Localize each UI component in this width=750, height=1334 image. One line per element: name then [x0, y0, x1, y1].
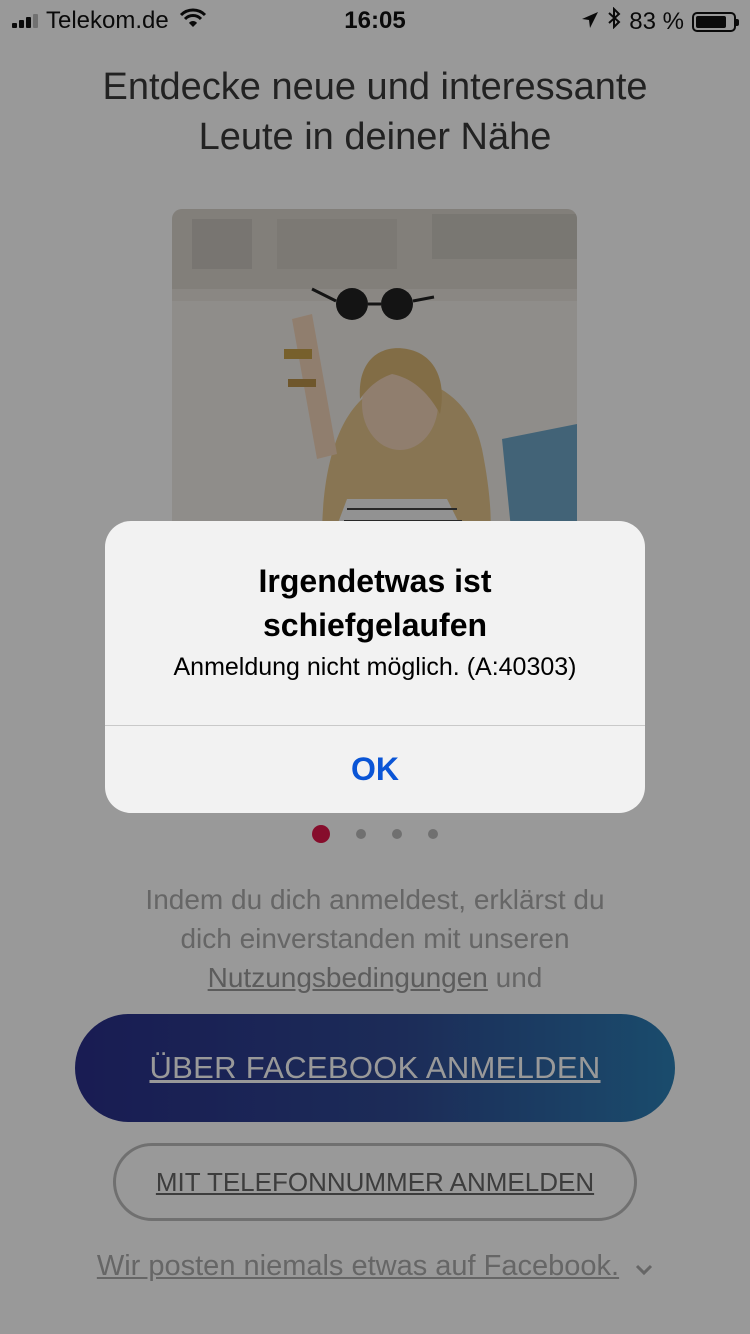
alert-title: Irgendetwas ist schiefgelaufen [125, 559, 625, 647]
alert-title-line-1: Irgendetwas ist [258, 563, 492, 599]
error-alert-dialog: Irgendetwas ist schiefgelaufen Anmeldung… [105, 521, 645, 813]
alert-title-line-2: schiefgelaufen [262, 607, 488, 643]
alert-message: Anmeldung nicht möglich. (A:40303) [173, 653, 577, 681]
alert-ok-button[interactable]: OK [105, 726, 645, 813]
